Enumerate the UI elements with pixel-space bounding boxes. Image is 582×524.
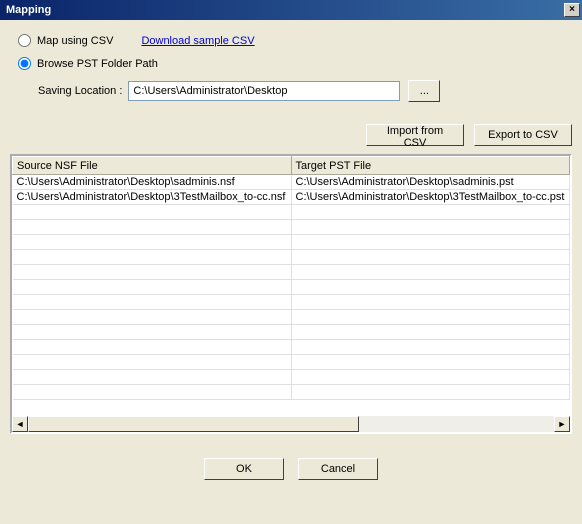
cell-source: .: [13, 280, 292, 295]
header-source[interactable]: Source NSF File: [13, 157, 292, 175]
table-row: ..: [13, 325, 570, 340]
cell-target: C:\Users\Administrator\Desktop\3TestMail…: [291, 190, 570, 205]
cell-target: .: [291, 265, 570, 280]
table-row[interactable]: C:\Users\Administrator\Desktop\3TestMail…: [13, 190, 570, 205]
scroll-thumb[interactable]: [28, 416, 359, 432]
cell-source: .: [13, 355, 292, 370]
radio-map-csv-label: Map using CSV: [37, 35, 113, 47]
table-row[interactable]: C:\Users\Administrator\Desktop\sadminis.…: [13, 175, 570, 190]
export-csv-button[interactable]: Export to CSV: [474, 124, 572, 146]
mapping-grid: Source NSF File Target PST File C:\Users…: [10, 154, 572, 434]
header-target[interactable]: Target PST File: [291, 157, 570, 175]
scroll-track[interactable]: [28, 416, 554, 432]
cell-target: .: [291, 385, 570, 400]
table-row: ..: [13, 235, 570, 250]
radio-map-csv[interactable]: [18, 34, 31, 47]
table-row: ..: [13, 340, 570, 355]
cell-source: .: [13, 295, 292, 310]
cell-target: .: [291, 325, 570, 340]
csv-action-row: Import from CSV Export to CSV: [10, 124, 572, 146]
dialog-content: Map using CSV Download sample CSV Browse…: [0, 20, 582, 490]
scroll-right-arrow[interactable]: ►: [554, 416, 570, 432]
table-row: ..: [13, 385, 570, 400]
table-row: ..: [13, 310, 570, 325]
option-map-csv-row: Map using CSV Download sample CSV: [18, 34, 572, 47]
close-icon: ×: [569, 5, 575, 15]
cancel-button[interactable]: Cancel: [298, 458, 378, 480]
saving-location-input[interactable]: [128, 81, 400, 101]
cell-source: C:\Users\Administrator\Desktop\3TestMail…: [13, 190, 292, 205]
radio-browse-pst[interactable]: [18, 57, 31, 70]
window-title: Mapping: [6, 4, 51, 16]
cell-target: .: [291, 205, 570, 220]
saving-location-row: Saving Location : ...: [38, 80, 572, 102]
cell-source: .: [13, 250, 292, 265]
browse-button[interactable]: ...: [408, 80, 440, 102]
table-row: ..: [13, 370, 570, 385]
footer-buttons: OK Cancel: [10, 458, 572, 480]
table-row: ..: [13, 250, 570, 265]
cell-source: .: [13, 325, 292, 340]
cell-target: .: [291, 220, 570, 235]
cell-target: C:\Users\Administrator\Desktop\sadminis.…: [291, 175, 570, 190]
mapping-table: Source NSF File Target PST File C:\Users…: [12, 156, 570, 400]
table-row: ..: [13, 280, 570, 295]
scroll-left-arrow[interactable]: ◄: [12, 416, 28, 432]
cell-target: .: [291, 295, 570, 310]
cell-target: .: [291, 340, 570, 355]
cell-target: .: [291, 310, 570, 325]
table-header-row: Source NSF File Target PST File: [13, 157, 570, 175]
horizontal-scrollbar[interactable]: ◄ ►: [12, 416, 570, 432]
ok-button[interactable]: OK: [204, 458, 284, 480]
saving-location-label: Saving Location :: [38, 85, 122, 97]
download-sample-link[interactable]: Download sample CSV: [141, 35, 254, 47]
cell-target: .: [291, 280, 570, 295]
cell-target: .: [291, 370, 570, 385]
table-row: ..: [13, 355, 570, 370]
cell-source: .: [13, 310, 292, 325]
cell-source: .: [13, 265, 292, 280]
table-row: ..: [13, 220, 570, 235]
cell-source: .: [13, 385, 292, 400]
table-row: ..: [13, 265, 570, 280]
cell-target: .: [291, 235, 570, 250]
cell-source: .: [13, 340, 292, 355]
titlebar: Mapping ×: [0, 0, 582, 20]
cell-source: .: [13, 205, 292, 220]
close-button[interactable]: ×: [564, 3, 580, 17]
import-csv-button[interactable]: Import from CSV: [366, 124, 464, 146]
cell-source: .: [13, 220, 292, 235]
table-row: ..: [13, 205, 570, 220]
cell-source: .: [13, 370, 292, 385]
cell-target: .: [291, 355, 570, 370]
cell-source: .: [13, 235, 292, 250]
radio-browse-pst-label: Browse PST Folder Path: [37, 58, 158, 70]
cell-source: C:\Users\Administrator\Desktop\sadminis.…: [13, 175, 292, 190]
table-row: ..: [13, 295, 570, 310]
option-browse-row: Browse PST Folder Path: [18, 57, 572, 70]
cell-target: .: [291, 250, 570, 265]
